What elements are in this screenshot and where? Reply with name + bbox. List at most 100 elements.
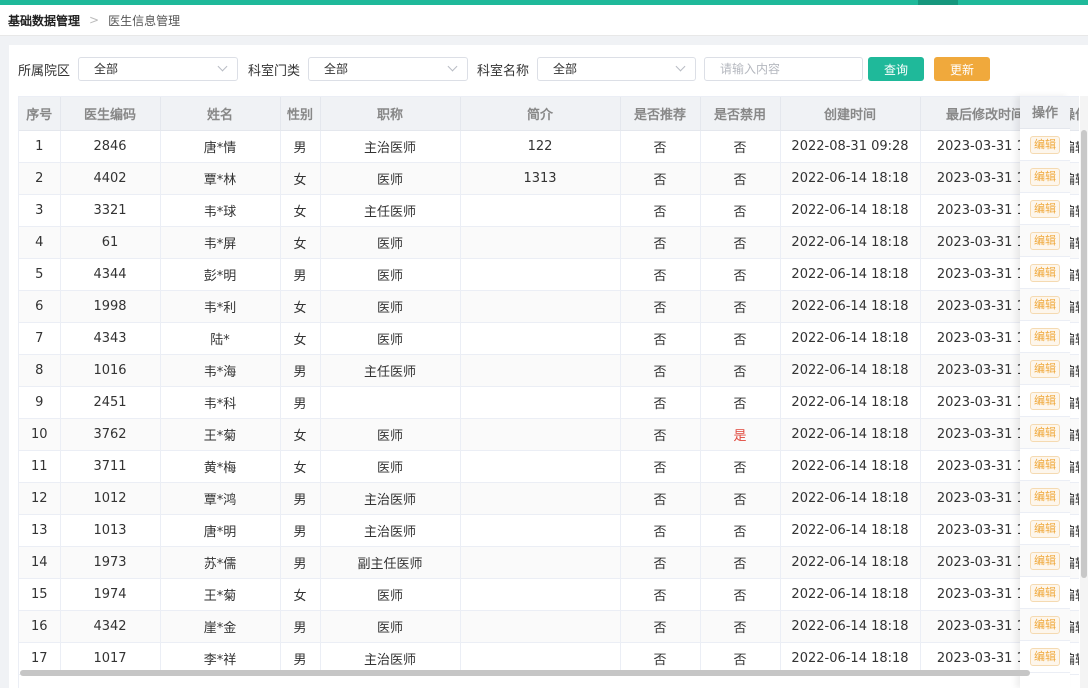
- edit-button[interactable]: 编辑: [1030, 391, 1060, 410]
- table-row[interactable]: 1 2846 唐*情男主治医师 122 否否 2022-08-31 09:28 2023-0…: [19, 130, 1079, 163]
- search-input[interactable]: [704, 57, 863, 81]
- table-row[interactable]: 6 1998 韦*利女医师否否 2022-06-14 18:18 2023-03-31 …: [19, 290, 1079, 323]
- vertical-scrollbar-thumb[interactable]: [1081, 130, 1087, 578]
- doctor-name: 崖*金: [160, 610, 281, 643]
- gender: 男: [280, 514, 321, 547]
- job-title: [320, 386, 461, 419]
- edit-button[interactable]: 编辑: [1030, 455, 1060, 474]
- table-row[interactable]: 14 1973 苏*儒男副主任医师否否 2022-06-14 18:18 2023-03…: [19, 546, 1079, 579]
- recommended-flag: 否: [620, 450, 701, 483]
- column-header[interactable]: 医生编码: [60, 97, 161, 131]
- refresh-button[interactable]: 更新: [934, 57, 990, 81]
- horizontal-scrollbar[interactable]: [18, 669, 1079, 677]
- dept-category-select[interactable]: 全部: [308, 57, 468, 81]
- row-index: 12: [19, 482, 61, 515]
- edit-button[interactable]: 编辑: [1030, 167, 1060, 186]
- table-row[interactable]: 7 4343 陆* 女医师否否 2022-06-14 18:18 2023-03-31 1…: [19, 322, 1079, 355]
- table-row[interactable]: 8 1016 韦*海男主任医师否否 2022-06-14 18:18 2023-03-3…: [19, 354, 1079, 387]
- dept-category-label: 科室门类: [248, 64, 301, 79]
- gender: 女: [280, 194, 321, 227]
- intro: [460, 482, 621, 515]
- table-row[interactable]: 12 1012 覃*鸿男主治医师否否 2022-06-14 18:18 2023-03-…: [19, 482, 1079, 515]
- action-cell: 编辑: [1020, 353, 1070, 385]
- column-header[interactable]: 简介: [460, 97, 621, 131]
- disabled-flag: 否: [700, 258, 781, 291]
- action-cell: 编辑: [1020, 385, 1070, 417]
- edit-button[interactable]: 编辑: [1030, 519, 1060, 538]
- recommended-flag: 否: [620, 386, 701, 419]
- action-cell: 编辑: [1020, 257, 1070, 289]
- gender: 女: [280, 226, 321, 259]
- action-cell: 编辑: [1020, 129, 1070, 161]
- doctor-code: 61: [60, 226, 161, 259]
- column-header[interactable]: 性别: [280, 97, 321, 131]
- edit-button[interactable]: 编辑: [1030, 295, 1060, 314]
- hospital-select[interactable]: 全部: [78, 57, 238, 81]
- table-row[interactable]: 11 3711 黄*梅女医师否否 2022-06-14 18:18 2023-03-31…: [19, 450, 1079, 483]
- table-row[interactable]: 2 4402 覃*林女医师 1313 否否 2022-06-14 18:18 2023-03…: [19, 162, 1079, 195]
- edit-button[interactable]: 编辑: [1030, 135, 1060, 154]
- created-time: 2022-06-14 18:18: [780, 322, 921, 355]
- table-row[interactable]: 15 1974 王*菊女医师否否 2022-06-14 18:18 2023-03-31…: [19, 578, 1079, 611]
- doctor-code: 3762: [60, 418, 161, 451]
- column-header[interactable]: 是否禁用: [700, 97, 781, 131]
- edit-button[interactable]: 编辑: [1030, 231, 1060, 250]
- horizontal-scrollbar-thumb[interactable]: [20, 670, 1030, 676]
- row-index: 7: [19, 322, 61, 355]
- breadcrumb-parent[interactable]: 基础数据管理: [8, 12, 80, 29]
- column-header[interactable]: 序号: [19, 97, 61, 131]
- column-header[interactable]: 创建时间: [780, 97, 921, 131]
- edit-button[interactable]: 编辑: [1030, 263, 1060, 282]
- column-header[interactable]: 职称: [320, 97, 461, 131]
- disabled-flag: 否: [700, 514, 781, 547]
- recommended-flag: 否: [620, 514, 701, 547]
- edit-button[interactable]: 编辑: [1030, 615, 1060, 634]
- table-header-row: 序号 医生编码 姓名 性别 职称 简介 是否推荐 是否禁用 创建时间 最后修改时…: [19, 97, 1079, 131]
- gender: 男: [280, 130, 321, 163]
- table-row[interactable]: 9 2451 韦*科男否否 2022-06-14 18:18 2023-03-31 16…: [19, 386, 1079, 419]
- doctor-code: 3711: [60, 450, 161, 483]
- disabled-flag: 否: [700, 290, 781, 323]
- recommended-flag: 否: [620, 546, 701, 579]
- table-row[interactable]: 13 1013 唐*明男主治医师否否 2022-06-14 18:18 2023-03-…: [19, 514, 1079, 547]
- edit-button[interactable]: 编辑: [1030, 327, 1060, 346]
- edit-button[interactable]: 编辑: [1030, 199, 1060, 218]
- intro: [460, 226, 621, 259]
- recommended-flag: 否: [620, 610, 701, 643]
- disabled-flag: 否: [700, 322, 781, 355]
- table-row[interactable]: 3 3321 韦*球女主任医师否否 2022-06-14 18:18 2023-03-3…: [19, 194, 1079, 227]
- intro: [460, 578, 621, 611]
- filter-bar: 所属院区 全部 科室门类 全部 科室名称 全部 查询 更新: [9, 45, 1088, 95]
- row-index: 9: [19, 386, 61, 419]
- column-header[interactable]: 是否推荐: [620, 97, 701, 131]
- table-row[interactable]: 5 4344 彭*明男医师否否 2022-06-14 18:18 2023-03-31 …: [19, 258, 1079, 291]
- doctor-table: 序号 医生编码 姓名 性别 职称 简介 是否推荐 是否禁用 创建时间 最后修改时…: [18, 96, 1079, 688]
- action-cell: 编辑: [1020, 449, 1070, 481]
- fixed-action-column: 操作 编辑 编辑 编辑 编辑 编辑 编辑 编辑 编辑 编辑 编辑 编辑 编辑 编辑 编辑 编辑 编辑 编辑: [1020, 96, 1070, 688]
- breadcrumb-current: 医生信息管理: [108, 13, 181, 28]
- intro: [460, 354, 621, 387]
- table-row[interactable]: 4 61 韦*屏女医师否否 2022-06-14 18:18 2023-03-31 16…: [19, 226, 1079, 259]
- recommended-flag: 否: [620, 226, 701, 259]
- edit-button[interactable]: 编辑: [1030, 551, 1060, 570]
- gender: 女: [280, 290, 321, 323]
- disabled-flag: 否: [700, 162, 781, 195]
- doctor-code: 1013: [60, 514, 161, 547]
- edit-button[interactable]: 编辑: [1030, 359, 1060, 378]
- column-header[interactable]: 姓名: [160, 97, 281, 131]
- table-row[interactable]: 16 4342 崖*金男医师否否 2022-06-14 18:18 2023-03-31…: [19, 610, 1079, 643]
- action-cell: 编辑: [1020, 321, 1070, 353]
- table-row[interactable]: 10 3762 王*菊女医师否是 2022-06-14 18:18 2023-03-31…: [19, 418, 1079, 451]
- edit-button[interactable]: 编辑: [1030, 583, 1060, 602]
- edit-button[interactable]: 编辑: [1030, 423, 1060, 442]
- query-button[interactable]: 查询: [868, 57, 924, 81]
- dept-name-select[interactable]: 全部: [537, 57, 696, 81]
- dept-name-select-value: 全部: [553, 62, 578, 76]
- recommended-flag: 否: [620, 290, 701, 323]
- created-time: 2022-06-14 18:18: [780, 354, 921, 387]
- edit-button[interactable]: 编辑: [1030, 647, 1060, 666]
- doctor-name: 韦*球: [160, 194, 281, 227]
- edit-button[interactable]: 编辑: [1030, 487, 1060, 506]
- vertical-scrollbar[interactable]: [1080, 96, 1088, 688]
- doctor-code: 1016: [60, 354, 161, 387]
